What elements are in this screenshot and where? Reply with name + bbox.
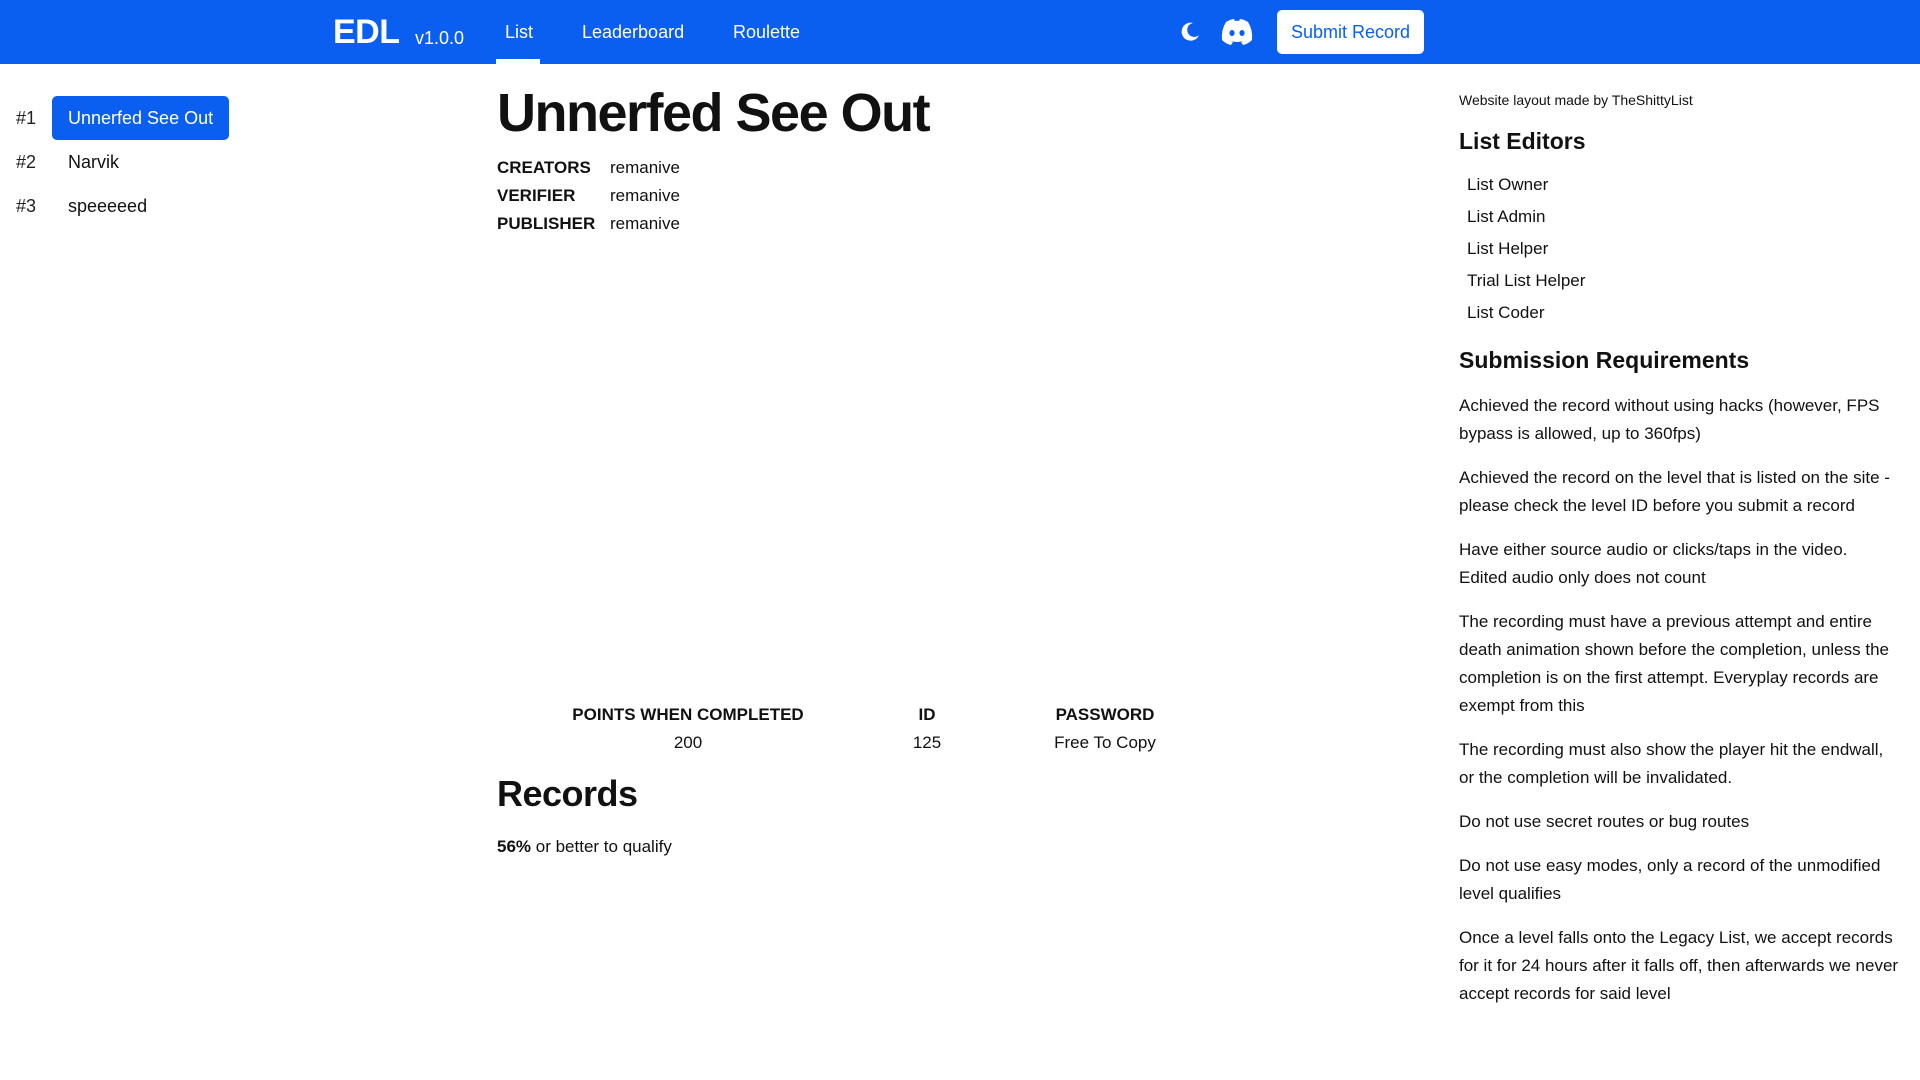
requirement-item: The recording must have a previous attem… — [1459, 612, 1889, 715]
nav-active-indicator — [496, 59, 540, 64]
level-meta: CREATORS remanive VERIFIER remanive PUBL… — [497, 158, 1397, 242]
level-rank: #3 — [16, 196, 37, 216]
level-rank: #1 — [16, 108, 37, 128]
qualify-text: 56% or better to qualify — [497, 837, 672, 857]
level-list: #1 Unnerfed See Out #2 Narvik #3 speeeee… — [0, 96, 300, 228]
moon-icon[interactable] — [1178, 20, 1202, 44]
meta-value: remanive — [610, 186, 680, 205]
layout-credit: Website layout made by TheShittyList — [1459, 92, 1693, 108]
meta-key: PUBLISHER — [497, 214, 596, 233]
requirement-item: Achieved the record without using hacks … — [1459, 396, 1880, 443]
requirement-item: The recording must also show the player … — [1459, 740, 1884, 787]
level-name[interactable]: Unnerfed See Out — [52, 96, 230, 140]
meta-row: VERIFIER remanive — [497, 186, 1397, 214]
editor-role: List Owner — [1467, 175, 1549, 194]
level-name[interactable]: speeeeed — [52, 184, 163, 228]
editors-heading: List Editors — [1459, 128, 1586, 154]
level-detail: Unnerfed See Out CREATORS remanive VERIF… — [497, 80, 1397, 856]
requirement-item: Achieved the record on the level that is… — [1459, 468, 1890, 515]
records-heading: Records — [497, 773, 638, 814]
level-title: Unnerfed See Out — [497, 83, 931, 143]
nav-roulette-link[interactable]: Roulette — [733, 22, 800, 43]
requirement-item: Do not use easy modes, only a record of … — [1459, 856, 1881, 903]
level-list-item[interactable]: #3 speeeeed — [0, 184, 300, 228]
meta-key: VERIFIER — [497, 186, 576, 205]
level-name[interactable]: Narvik — [52, 140, 135, 184]
stat-label: PASSWORD — [1055, 705, 1155, 724]
qualify-percent: 56% — [497, 837, 532, 856]
requirement-item: Once a level falls onto the Legacy List,… — [1459, 928, 1899, 1003]
editor-role: List Coder — [1467, 303, 1545, 322]
requirement-item: Have either source audio or clicks/taps … — [1459, 540, 1848, 587]
meta-value: remanive — [610, 214, 680, 233]
nav-leaderboard-link[interactable]: Leaderboard — [582, 22, 684, 43]
requirement-item: Do not use secret routes or bug routes — [1459, 812, 1750, 831]
nav-list-link[interactable]: List — [505, 22, 533, 43]
level-rank: #2 — [16, 152, 37, 172]
editors-list: List Owner List Admin List Helper Trial … — [1459, 169, 1899, 329]
editor-role: Trial List Helper — [1467, 271, 1586, 290]
editor-role: List Admin — [1467, 207, 1546, 226]
brand-logo[interactable]: EDL — [333, 13, 400, 52]
meta-row: PUBLISHER remanive — [497, 214, 1397, 242]
requirements-list: Achieved the record without using hacks … — [1459, 392, 1899, 1008]
info-panel: Website layout made by TheShittyList Lis… — [1459, 92, 1899, 1008]
meta-key: CREATORS — [497, 158, 591, 177]
meta-row: CREATORS remanive — [497, 158, 1397, 186]
level-list-item[interactable]: #1 Unnerfed See Out — [0, 96, 300, 140]
qualify-suffix: or better to qualify — [531, 837, 672, 856]
editor-role: List Helper — [1467, 239, 1549, 258]
top-nav-bar: EDL v1.0.0 List Leaderboard Roulette Sub… — [0, 0, 1920, 64]
submit-record-button[interactable]: Submit Record — [1277, 10, 1424, 54]
level-list-item[interactable]: #2 Narvik — [0, 140, 300, 184]
meta-value: remanive — [610, 158, 680, 177]
version-label: v1.0.0 — [415, 28, 465, 48]
requirements-heading: Submission Requirements — [1459, 347, 1750, 373]
discord-icon[interactable] — [1220, 18, 1254, 46]
stat-value: Free To Copy — [1054, 733, 1156, 752]
